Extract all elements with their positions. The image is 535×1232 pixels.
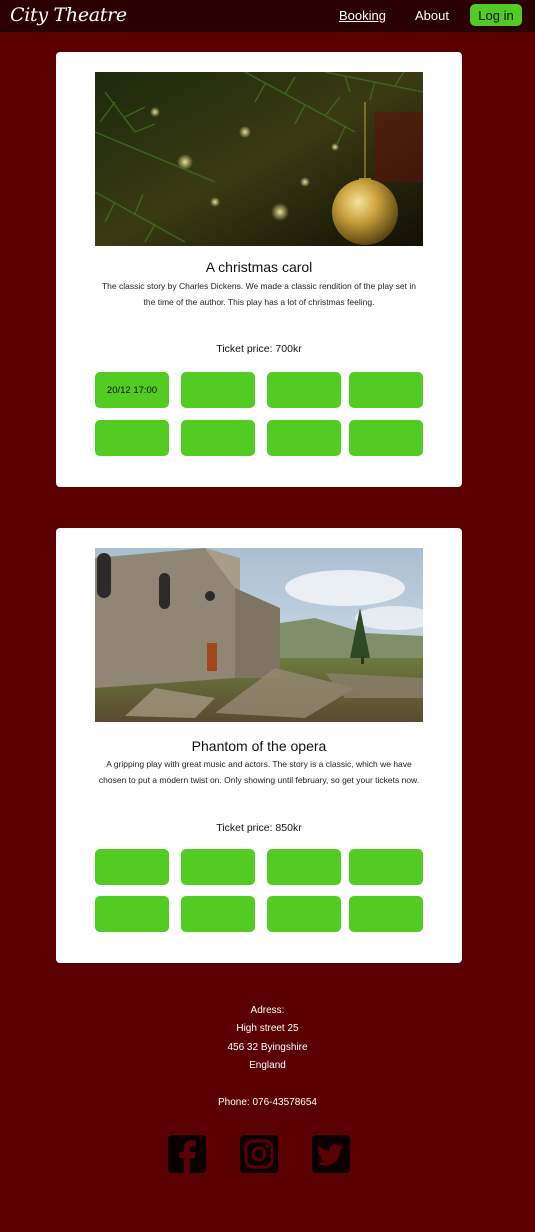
show-image-christmas-ornament <box>95 72 423 246</box>
footer-phone: Phone: 076-43578654 <box>218 1097 317 1108</box>
showtime-slot[interactable] <box>95 420 169 456</box>
showtime-slot[interactable] <box>95 849 169 885</box>
site-logo[interactable]: City Theatre <box>10 4 127 26</box>
showtime-slot[interactable] <box>267 896 341 932</box>
show-description: The classic story by Charles Dickens. We… <box>101 281 416 307</box>
footer-address-label: Adress: <box>250 1005 285 1016</box>
showtime-slot[interactable]: 20/12 17:00 <box>95 372 169 408</box>
twitter-icon[interactable] <box>312 1135 350 1173</box>
footer-postal: 456 32 Byingshire <box>227 1042 308 1053</box>
instagram-icon[interactable] <box>240 1135 278 1173</box>
show-card: A christmas carol The classic story by C… <box>56 52 462 487</box>
footer-country: England <box>249 1060 286 1071</box>
showtime-slot[interactable] <box>181 849 255 885</box>
showtime-slot[interactable] <box>349 420 423 456</box>
showtime-slot[interactable] <box>267 420 341 456</box>
showtime-slot[interactable] <box>349 849 423 885</box>
showtime-slot[interactable] <box>181 420 255 456</box>
showtime-slot[interactable] <box>267 372 341 408</box>
ticket-price: Ticket price: 700kr <box>216 343 302 355</box>
top-navbar: City Theatre Booking About Log in <box>0 0 535 32</box>
showtime-slot[interactable] <box>181 372 255 408</box>
nav-link-booking[interactable]: Booking <box>339 8 386 23</box>
nav-link-about[interactable]: About <box>415 8 449 23</box>
show-title: Phantom of the opera <box>191 738 327 754</box>
show-title: A christmas carol <box>205 259 313 275</box>
showtime-slot[interactable] <box>349 372 423 408</box>
showtime-slot[interactable] <box>181 896 255 932</box>
show-image-old-building-landscape <box>95 548 423 722</box>
facebook-icon[interactable] <box>168 1135 206 1173</box>
login-button[interactable]: Log in <box>470 4 522 26</box>
show-description: A gripping play with great music and act… <box>98 759 420 785</box>
show-card: Phantom of the opera A gripping play wit… <box>56 528 462 963</box>
footer-street: High street 25 <box>236 1023 299 1034</box>
ticket-price: Ticket price: 850kr <box>216 822 302 834</box>
showtime-slot[interactable] <box>267 849 341 885</box>
showtime-slot[interactable] <box>95 896 169 932</box>
showtime-slot[interactable] <box>349 896 423 932</box>
